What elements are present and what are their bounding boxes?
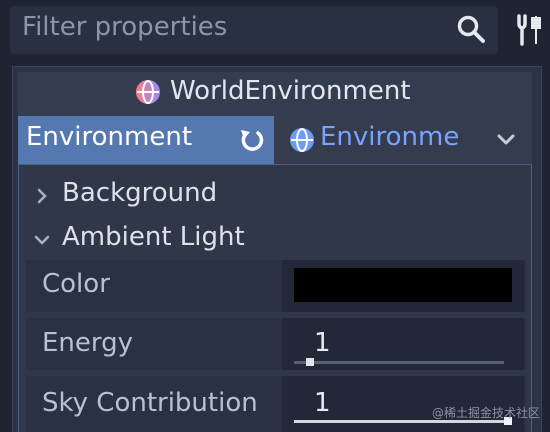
tools-icon[interactable] [514,14,546,46]
sky-contribution-label: Sky Contribution [42,388,258,418]
chevron-right-icon[interactable] [34,188,50,204]
watermark: @稀土掘金技术社区 [432,406,541,420]
section-ambient-light[interactable]: Ambient Light [62,222,245,252]
color-picker-button[interactable] [294,268,512,302]
energy-label: Energy [42,328,134,358]
globe-icon [290,128,314,152]
energy-slider-handle[interactable] [306,358,315,366]
chevron-down-icon[interactable] [496,132,516,148]
environment-property-label: Environment [26,122,193,152]
energy-slider-track[interactable] [294,361,504,364]
energy-value: 1 [314,328,331,358]
sky-contribution-value: 1 [314,388,331,418]
filter-placeholder: Filter properties [22,12,228,42]
environment-resource-value: Environme [320,122,460,152]
reset-icon[interactable] [238,126,266,154]
node-title: WorldEnvironment [170,76,411,106]
search-icon[interactable] [456,14,486,44]
world-environment-globe-icon [136,80,160,104]
section-background[interactable]: Background [62,178,217,208]
chevron-down-icon[interactable] [34,232,50,248]
color-label: Color [42,269,110,299]
